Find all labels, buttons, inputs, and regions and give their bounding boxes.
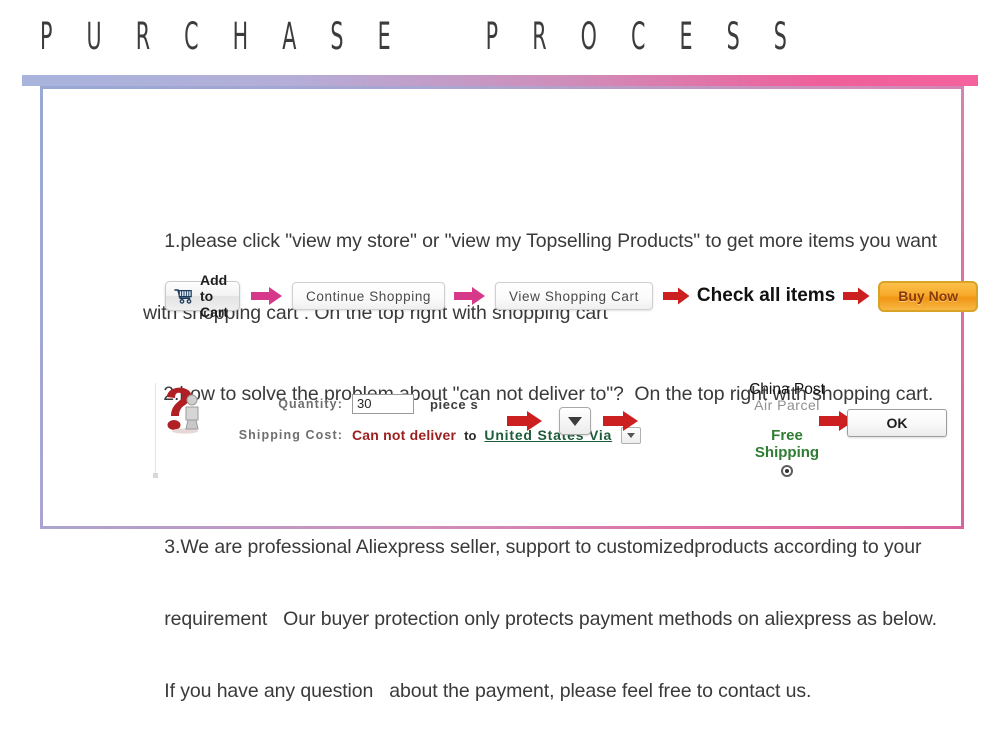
step-3-line-2: requirement Our buyer protection only pr… <box>164 608 937 630</box>
shipping-form-block: Quantity: 30 piece s Shipping Cost: Can … <box>147 377 947 485</box>
shipping-cost-label: Shipping Cost: <box>238 428 343 442</box>
header-gradient-rule <box>22 75 978 86</box>
page-title: P U R C H A S E P R O C E S S <box>40 14 801 58</box>
question-mark-person-icon <box>161 383 217 439</box>
free-shipping-line-1: Free <box>771 427 803 444</box>
continue-shopping-button[interactable]: Continue Shopping <box>292 282 446 310</box>
arrow-right-icon-2 <box>454 286 486 306</box>
quantity-unit-label: piece s <box>430 396 479 412</box>
buy-now-button[interactable]: Buy Now <box>878 280 979 312</box>
view-shopping-cart-label: View Shopping Cart <box>509 288 639 304</box>
shopping-cart-icon <box>174 288 193 304</box>
check-all-items-label: Check all items <box>696 285 836 306</box>
vertical-divider <box>153 383 158 478</box>
view-shopping-cart-button[interactable]: View Shopping Cart <box>495 282 653 310</box>
add-to-cart-button[interactable]: Add to Cart <box>165 272 240 320</box>
cart-flow-row: Add to Cart Continue Shopping View Shopp… <box>165 272 979 320</box>
arrow-right-icon-1 <box>251 286 283 306</box>
arrow-right-icon-5 <box>507 410 543 432</box>
step-3-line-1: 3.We are professional Aliexpress seller,… <box>164 536 922 558</box>
add-to-cart-label: Add to Cart <box>200 272 229 320</box>
buy-now-label: Buy Now <box>898 288 959 304</box>
free-shipping-line-2: Shipping <box>754 444 820 461</box>
arrow-right-icon-6 <box>603 410 639 432</box>
step-3-line-3: If you have any question about the payme… <box>164 680 812 702</box>
quantity-label: Quantity: <box>278 397 343 411</box>
page-header: P U R C H A S E P R O C E S S <box>0 0 1000 72</box>
shipping-method-dropdown[interactable] <box>559 407 591 435</box>
to-word: to <box>464 427 477 443</box>
arrow-right-icon-4 <box>843 287 870 305</box>
ok-button-label: OK <box>886 415 908 431</box>
arrow-right-icon-3 <box>662 287 690 305</box>
continue-shopping-label: Continue Shopping <box>306 288 432 304</box>
quantity-input[interactable]: 30 <box>352 394 414 414</box>
cannot-deliver-text: Can not deliver <box>352 427 457 443</box>
step-1-line-1: 1.please click "view my store" or "view … <box>164 230 937 252</box>
step-3-text: 3.We are professional Aliexpress seller,… <box>143 493 937 745</box>
content-panel: 1.please click "view my store" or "view … <box>40 86 979 702</box>
carrier-name: China Post <box>749 381 825 398</box>
ok-button[interactable]: OK <box>847 409 947 437</box>
free-shipping-radio[interactable] <box>781 465 793 477</box>
destination-link[interactable]: United States Via <box>484 427 612 443</box>
